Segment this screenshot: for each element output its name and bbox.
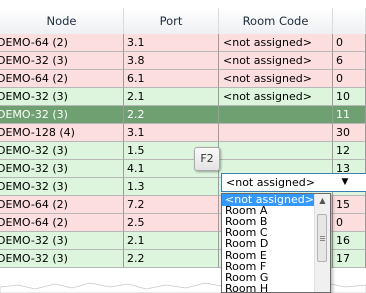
extra-cell[interactable]: 11 [333, 106, 366, 124]
extra-cell[interactable]: 15 [333, 196, 366, 214]
port-cell[interactable]: 2.2 [124, 106, 219, 124]
extra-cell[interactable]: 10 [333, 88, 366, 106]
room-code-combobox-value: <not assigned> [226, 176, 315, 189]
table-row[interactable]: DEMO-32 (3) 1.5 12 [0, 142, 366, 160]
extra-cell[interactable]: 16 [333, 232, 366, 250]
table-row[interactable]: DEMO-64 (2) 6.1 <not assigned> 0 [0, 70, 366, 88]
port-cell[interactable]: 1.3 [124, 178, 219, 196]
node-cell[interactable]: DEMO-32 (3) [0, 232, 124, 250]
grip-line [320, 238, 325, 239]
node-cell[interactable]: DEMO-32 (3) [0, 106, 124, 124]
room-code-cell[interactable] [219, 124, 333, 142]
dropdown-option[interactable]: Room H [222, 282, 315, 292]
port-cell[interactable]: 2.2 [124, 250, 219, 268]
chevron-down-icon[interactable]: ▼ [339, 174, 351, 191]
extra-cell[interactable]: 6 [333, 52, 366, 70]
node-cell[interactable]: DEMO-64 (2) [0, 214, 124, 232]
node-cell[interactable]: DEMO-128 (4) [0, 124, 124, 142]
node-cell[interactable]: DEMO-32 (3) [0, 178, 124, 196]
extra-cell[interactable]: 0 [333, 70, 366, 88]
column-header-port[interactable]: Port [124, 8, 219, 34]
node-cell[interactable]: DEMO-64 (2) [0, 70, 124, 88]
ports-grid: Node Port Room Code DEMO-64 (2) 3.1 <not a… [0, 0, 366, 293]
table-row[interactable]: DEMO-128 (4) 3.1 30 [0, 124, 366, 142]
node-cell[interactable]: DEMO-32 (3) [0, 88, 124, 106]
room-code-dropdown: <not assigned> Room A Room B Room C Room D Ro… [221, 193, 331, 293]
extra-cell[interactable]: 0 [333, 214, 366, 232]
scroll-up-arrow-icon[interactable]: ▲ [315, 194, 330, 208]
port-cell[interactable]: 2.1 [124, 232, 219, 250]
column-header-node[interactable]: Node [0, 8, 124, 34]
grid-header: Node Port Room Code [0, 8, 366, 35]
node-cell[interactable]: DEMO-32 (3) [0, 160, 124, 178]
port-cell[interactable]: 2.5 [124, 214, 219, 232]
port-cell[interactable]: 2.1 [124, 88, 219, 106]
room-code-cell[interactable] [219, 142, 333, 160]
node-cell[interactable]: DEMO-32 (3) [0, 142, 124, 160]
node-cell[interactable]: DEMO-64 (2) [0, 34, 124, 52]
port-cell[interactable]: 3.8 [124, 52, 219, 70]
extra-cell[interactable]: 30 [333, 124, 366, 142]
port-cell[interactable]: 3.1 [124, 34, 219, 52]
room-code-cell[interactable]: <not assigned> [219, 88, 333, 106]
dropdown-scrollbar[interactable]: ▲ [314, 194, 330, 292]
port-cell[interactable]: 6.1 [124, 70, 219, 88]
grip-line [320, 240, 325, 241]
node-cell[interactable]: DEMO-32 (3) [0, 52, 124, 70]
column-header-extra[interactable] [333, 8, 366, 34]
extra-cell[interactable]: 0 [333, 34, 366, 52]
table-row[interactable]: DEMO-32 (3) 2.1 <not assigned> 10 [0, 88, 366, 106]
column-header-room-code[interactable]: Room Code [219, 8, 333, 34]
port-cell[interactable]: 7.2 [124, 196, 219, 214]
node-cell[interactable]: DEMO-32 (3) [0, 250, 124, 268]
table-row[interactable]: DEMO-64 (2) 3.1 <not assigned> 0 [0, 34, 366, 52]
room-code-cell[interactable] [219, 106, 333, 124]
table-row[interactable]: DEMO-32 (3) 3.8 <not assigned> 6 [0, 52, 366, 70]
room-code-cell[interactable]: <not assigned> [219, 52, 333, 70]
extra-cell[interactable]: 17 [333, 250, 366, 268]
port-cell[interactable]: 3.1 [124, 124, 219, 142]
f2-key-hint: F2 [194, 147, 220, 171]
table-row[interactable]: DEMO-32 (3) 2.2 11 [0, 106, 366, 124]
extra-cell[interactable]: 12 [333, 142, 366, 160]
scrollbar-thumb[interactable] [317, 214, 327, 262]
room-code-cell[interactable]: <not assigned> [219, 34, 333, 52]
node-cell[interactable]: DEMO-64 (2) [0, 196, 124, 214]
room-code-combobox[interactable]: <not assigned> ▼ [221, 173, 366, 192]
room-code-cell[interactable]: <not assigned> [219, 70, 333, 88]
grip-line [320, 236, 325, 237]
